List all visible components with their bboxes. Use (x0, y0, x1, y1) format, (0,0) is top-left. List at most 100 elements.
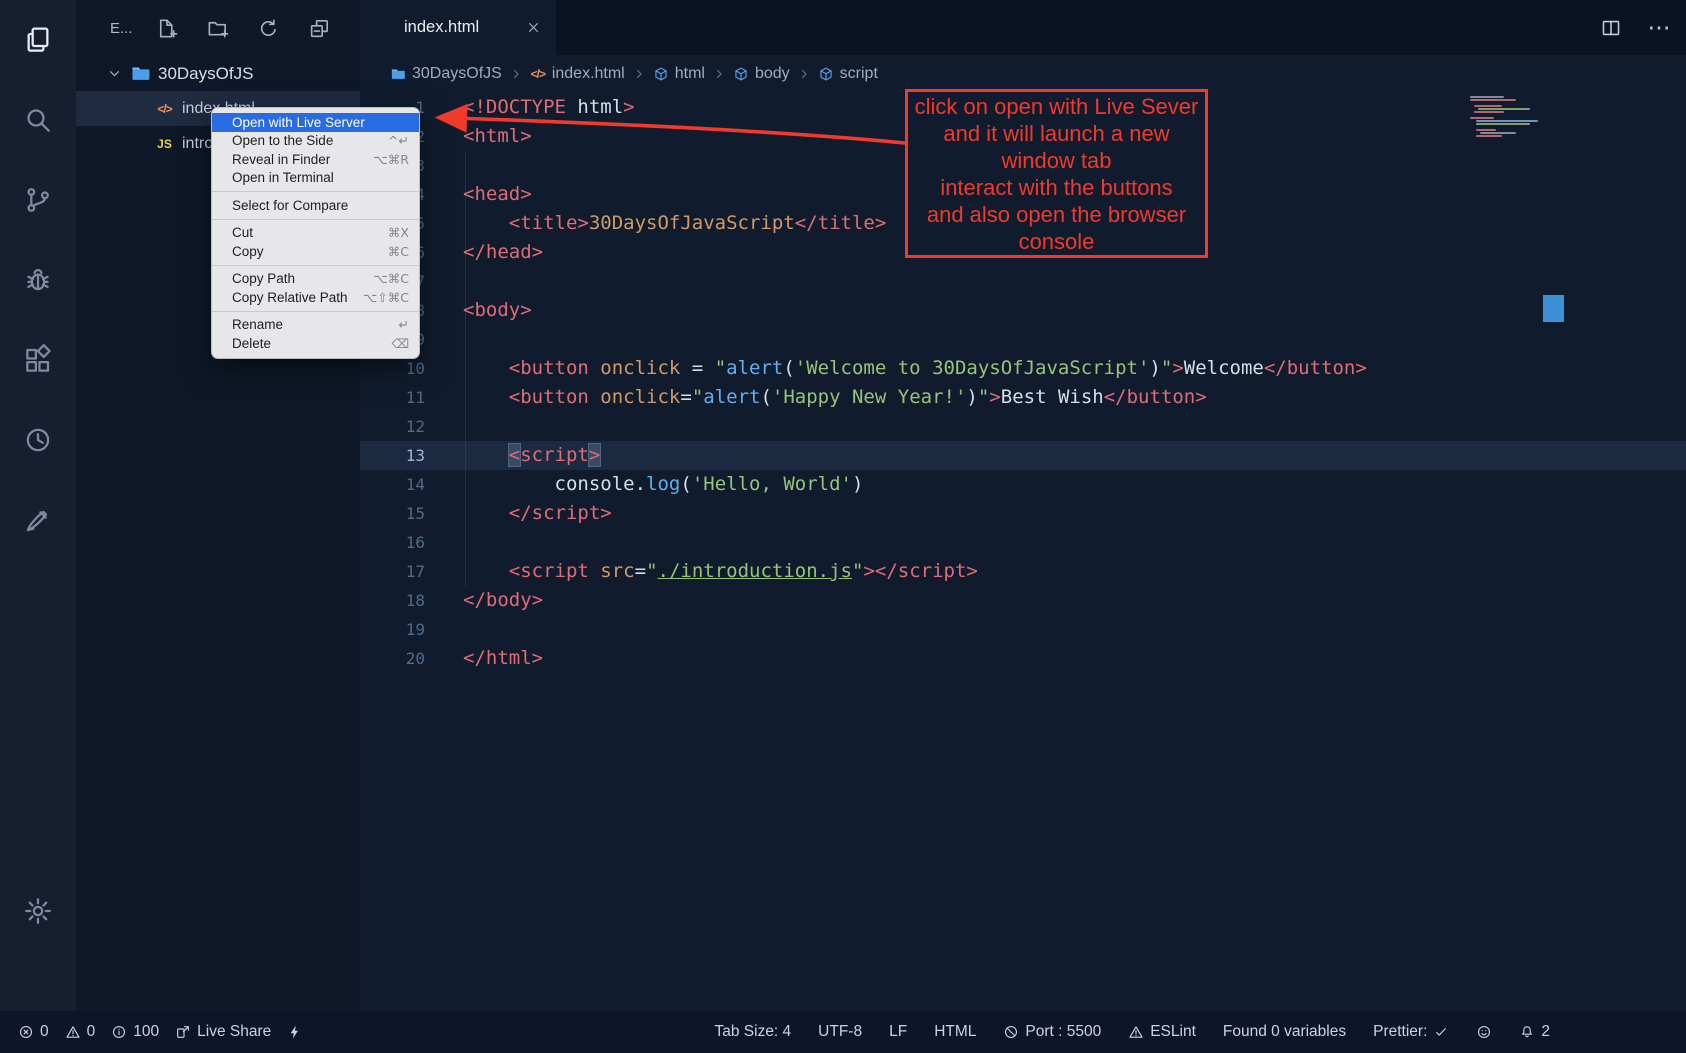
activity-item-history[interactable] (22, 424, 54, 456)
activity-item-settings[interactable] (22, 895, 54, 927)
code-token: console (555, 473, 635, 495)
activity-item-extensions[interactable] (22, 344, 54, 376)
menu-item-label: Reveal in Finder (232, 152, 330, 167)
status-errors[interactable]: 0 (18, 1023, 49, 1041)
menu-item-cut[interactable]: Cut⌘X (212, 224, 419, 243)
code-token: = (635, 560, 646, 582)
menu-item-select-for-compare[interactable]: Select for Compare (212, 196, 419, 215)
warning-icon (1128, 1024, 1144, 1040)
line-number: 19 (360, 615, 425, 644)
menu-item-open-to-the-side[interactable]: Open to the Side^↵ (212, 132, 419, 151)
line-number: 17 (360, 557, 425, 586)
code-line-11[interactable]: 11 <button onclick="alert('Happy New Yea… (360, 383, 1686, 412)
menu-item-copy-relative-path[interactable]: Copy Relative Path⌥⇧⌘C (212, 288, 419, 307)
menu-item-copy-path[interactable]: Copy Path⌥⌘C (212, 270, 419, 289)
code-token: " (692, 386, 703, 408)
code-line-7[interactable]: 7 (360, 267, 1686, 296)
status-quick-actions[interactable] (287, 1024, 303, 1040)
activity-item-search[interactable] (22, 104, 54, 136)
status-warnings[interactable]: 0 (65, 1023, 96, 1041)
status-language-mode[interactable]: HTML (934, 1023, 976, 1041)
code-line-12[interactable]: 12 (360, 412, 1686, 441)
menu-item-delete[interactable]: Delete⌫ (212, 334, 419, 353)
edit-pen-icon (22, 504, 54, 536)
code-line-8[interactable]: 8<body> (360, 296, 1686, 325)
status-prettier[interactable]: Prettier: (1373, 1023, 1449, 1041)
code-icon: </> (156, 100, 173, 117)
code-token: " (715, 357, 726, 379)
code-token: > (623, 96, 634, 118)
code-token: log (646, 473, 680, 495)
new-file-button[interactable] (155, 17, 178, 40)
code-line-9[interactable]: 9 (360, 325, 1686, 354)
line-number: 11 (360, 383, 425, 412)
cube-icon (653, 66, 669, 82)
overview-marker[interactable] (1543, 295, 1564, 322)
breadcrumb-item-html[interactable]: html (653, 65, 705, 83)
menu-separator (212, 219, 419, 220)
collapse-folders-button[interactable] (308, 17, 331, 40)
annotation-text: click on open with Live Severand it will… (915, 93, 1199, 255)
code-token: < (509, 444, 520, 466)
status-info-count[interactable]: 100 (111, 1023, 159, 1041)
status-notifications[interactable]: 2 (1519, 1023, 1550, 1041)
split-editor-button[interactable] (1600, 17, 1622, 39)
code-line-16[interactable]: 16 (360, 528, 1686, 557)
menu-item-open-in-terminal[interactable]: Open in Terminal (212, 169, 419, 188)
activity-item-debug[interactable] (22, 264, 54, 296)
menu-item-copy[interactable]: Copy⌘C (212, 242, 419, 261)
more-actions-button[interactable]: ⋯ (1648, 17, 1670, 39)
line-text: console.log('Hello, World') (425, 470, 863, 499)
activity-bar-top (22, 24, 54, 536)
tab-index-html[interactable]: index.html (360, 0, 556, 55)
line-text: </html> (425, 644, 543, 673)
status-variables[interactable]: Found 0 variables (1223, 1023, 1346, 1041)
breadcrumb-item-index-html[interactable]: </>index.html (530, 65, 625, 83)
line-number: 20 (360, 644, 425, 673)
menu-item-open-with-live-server[interactable]: Open with Live Server (212, 113, 419, 132)
editor-actions: ⋯ (1600, 0, 1670, 55)
code-token: <button (509, 357, 589, 379)
status-eslint[interactable]: ESLint (1128, 1023, 1196, 1041)
status-port[interactable]: Port : 5500 (1003, 1023, 1101, 1041)
menu-item-reveal-in-finder[interactable]: Reveal in Finder⌥⌘R (212, 150, 419, 169)
code-line-20[interactable]: 20 </html> (360, 644, 1686, 673)
breadcrumb-item-30daysofjs[interactable]: 30DaysOfJS (390, 65, 502, 83)
code-token: = (680, 357, 714, 379)
code-line-10[interactable]: 10 <button onclick = "alert('Welcome to … (360, 354, 1686, 383)
code-token: > (863, 560, 874, 582)
code-line-18[interactable]: 18</body> (360, 586, 1686, 615)
breadcrumb-item-script[interactable]: script (818, 65, 878, 83)
new-folder-button[interactable] (206, 17, 229, 40)
activity-item-edit-pen[interactable] (22, 504, 54, 536)
breadcrumb-label: script (840, 65, 878, 83)
code-token: " (1161, 357, 1172, 379)
code-token: 'Happy New Year!' (772, 386, 966, 408)
status-encoding[interactable]: UTF-8 (818, 1023, 862, 1041)
code-line-15[interactable]: 15 </script> (360, 499, 1686, 528)
folder-item-30daysofjs[interactable]: 30DaysOfJS (76, 56, 360, 91)
menu-item-rename[interactable]: Rename↵ (212, 316, 419, 335)
code-line-17[interactable]: 17 <script src="./introduction.js"></scr… (360, 557, 1686, 586)
code-line-19[interactable]: 19 (360, 615, 1686, 644)
status-tab-size[interactable]: Tab Size: 4 (714, 1023, 791, 1041)
minimap[interactable] (1470, 96, 1556, 138)
activity-item-explorer[interactable] (22, 24, 54, 56)
status-eol[interactable]: LF (889, 1023, 907, 1041)
code-token: ( (783, 357, 794, 379)
refresh-explorer-button[interactable] (257, 17, 280, 40)
code-token (463, 473, 555, 495)
code-line-13[interactable]: 13 <script> (360, 441, 1686, 470)
code-token: " (978, 386, 989, 408)
smiley-icon (1476, 1024, 1492, 1040)
status-live-share[interactable]: Live Share (175, 1023, 271, 1041)
code-token: " (646, 560, 657, 582)
code-token: </html> (463, 647, 543, 669)
menu-item-shortcut: ⌘C (388, 244, 409, 259)
close-icon[interactable] (525, 19, 542, 36)
code-line-14[interactable]: 14 console.log('Hello, World') (360, 470, 1686, 499)
breadcrumb-separator-icon (797, 67, 811, 81)
status-feedback[interactable] (1476, 1024, 1492, 1040)
activity-item-source-control[interactable] (22, 184, 54, 216)
breadcrumb-item-body[interactable]: body (733, 65, 790, 83)
